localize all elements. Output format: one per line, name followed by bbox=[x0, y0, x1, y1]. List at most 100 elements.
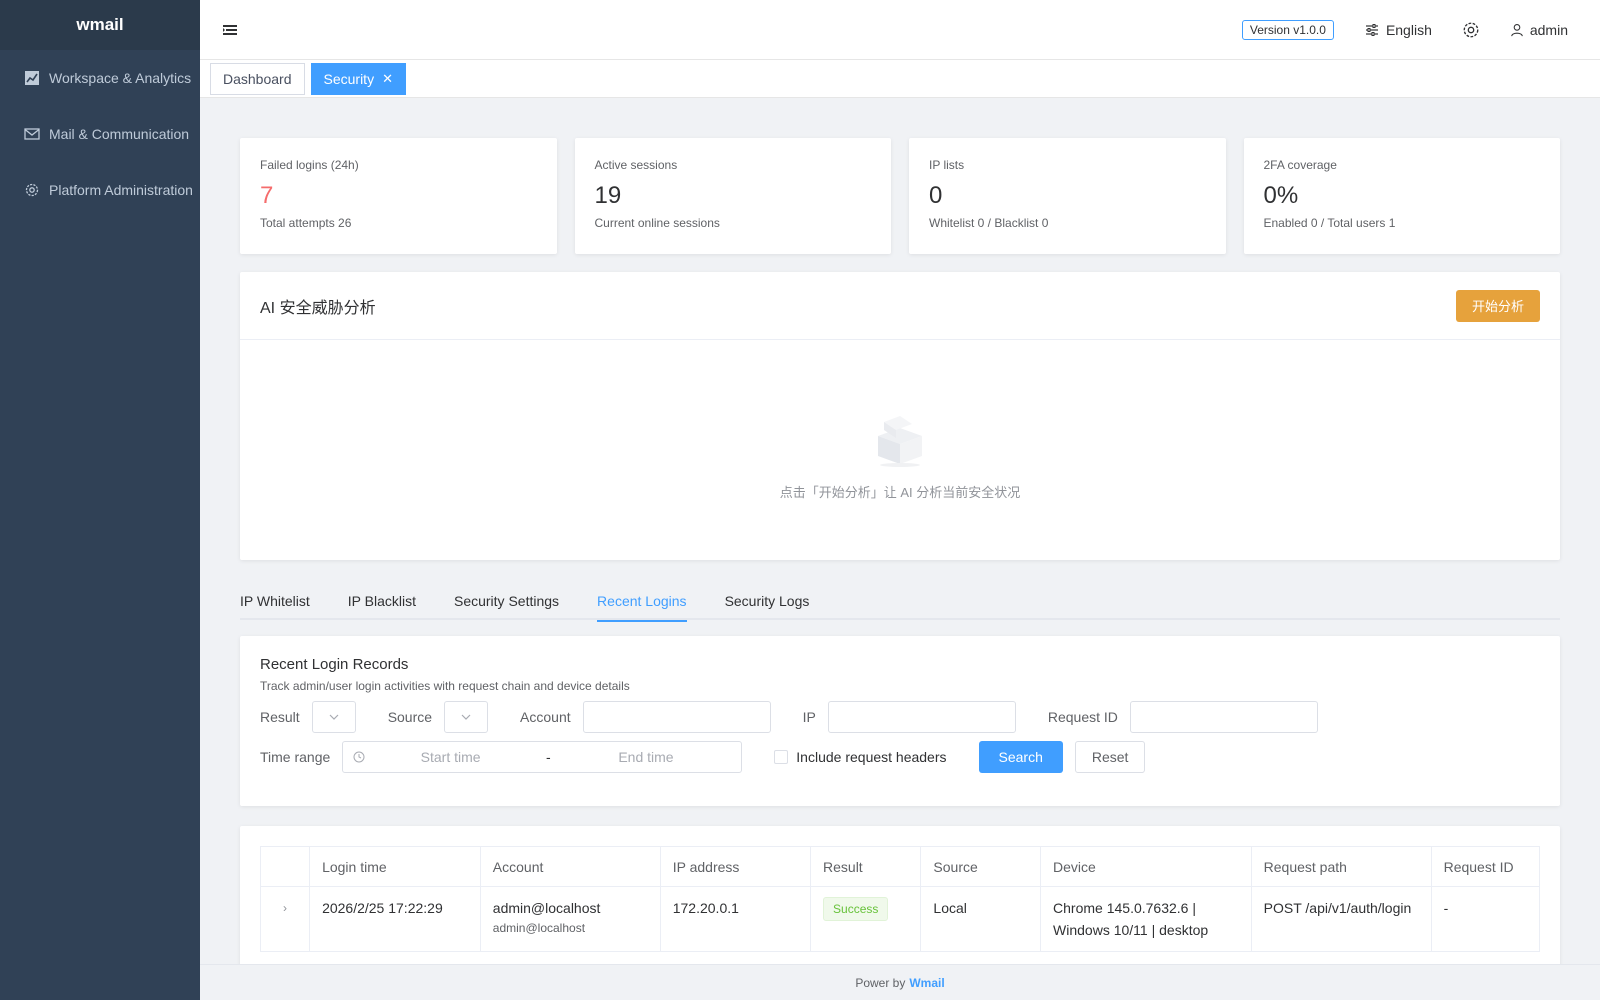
column-header-account: Account bbox=[479, 846, 661, 887]
cell-result: Success bbox=[810, 886, 922, 952]
stat-value: 0% bbox=[1263, 182, 1299, 209]
source-select[interactable] bbox=[444, 701, 489, 733]
request-id-label: Request ID bbox=[1047, 709, 1118, 725]
device-line-2: Windows 10/11 | desktop bbox=[1053, 922, 1209, 938]
filter-card: Recent Login Records Track admin/user lo… bbox=[240, 636, 1560, 806]
user-icon bbox=[1511, 24, 1523, 37]
mail-icon bbox=[24, 128, 40, 140]
filter-title: Recent Login Records bbox=[260, 656, 409, 673]
tab-recent-logins[interactable]: Recent Logins bbox=[578, 582, 706, 622]
hamburger-icon[interactable] bbox=[220, 20, 240, 40]
expand-row-icon[interactable]: › bbox=[259, 886, 311, 952]
device-line-1: Chrome 145.0.7632.6 | bbox=[1053, 900, 1196, 916]
stat-label: IP lists bbox=[929, 158, 965, 172]
column-header-device: Device bbox=[1040, 846, 1252, 887]
cell-source: Local bbox=[920, 886, 1042, 952]
result-select[interactable] bbox=[311, 701, 356, 733]
time-range-picker[interactable]: Start time - End time bbox=[342, 741, 743, 773]
stat-sub: Whitelist 0 / Blacklist 0 bbox=[929, 216, 1049, 230]
time-range-label: Time range bbox=[260, 749, 331, 765]
language-selector[interactable]: English bbox=[1364, 22, 1432, 38]
cell-login-time: 2026/2/25 17:22:29 bbox=[309, 886, 481, 952]
account-input[interactable] bbox=[582, 701, 771, 733]
tag-label: Dashboard bbox=[223, 70, 292, 87]
search-button[interactable]: Search bbox=[978, 741, 1063, 773]
chart-icon bbox=[25, 71, 39, 85]
footer-brand-link[interactable]: Wmail bbox=[909, 976, 944, 990]
column-header-request-id: Request ID bbox=[1430, 846, 1541, 887]
version-badge[interactable]: Version v1.0.0 bbox=[1241, 20, 1334, 40]
start-time-placeholder: Start time bbox=[420, 749, 481, 765]
column-header-request-path: Request path bbox=[1250, 846, 1432, 887]
account-label: Account bbox=[520, 709, 571, 725]
stat-value: 7 bbox=[260, 182, 274, 209]
column-header-source: Source bbox=[920, 846, 1042, 887]
table-header-row: Login time Account IP address Result Sou… bbox=[259, 846, 1541, 887]
cell-request-id: - bbox=[1430, 886, 1541, 952]
ip-label: IP bbox=[802, 709, 816, 725]
tab-security-settings[interactable]: Security Settings bbox=[435, 582, 578, 620]
checkbox-box[interactable] bbox=[774, 750, 789, 764]
stat-label: 2FA coverage bbox=[1263, 158, 1337, 172]
chevron-down-icon bbox=[461, 714, 471, 720]
account-primary: admin@localhost bbox=[492, 900, 601, 916]
cell-device: Chrome 145.0.7632.6 | Windows 10/11 | de… bbox=[1040, 886, 1252, 952]
stat-card-2fa-coverage: 2FA coverage 0% Enabled 0 / Total users … bbox=[1243, 138, 1560, 254]
sidebar: wmail Workspace & Analytics Mail & Commu… bbox=[0, 0, 200, 1000]
tags-view: Dashboard Security ✕ bbox=[200, 60, 1600, 98]
ai-analysis-body: 点击「开始分析」让 AI 分析当前安全状况 bbox=[240, 340, 1560, 559]
start-analysis-button[interactable]: 开始分析 bbox=[1455, 289, 1540, 322]
close-icon[interactable]: ✕ bbox=[382, 71, 393, 87]
stat-card-failed-logins: Failed logins (24h) 7 Total attempts 26 bbox=[240, 138, 557, 254]
status-badge: Success bbox=[823, 897, 889, 921]
tab-ip-blacklist[interactable]: IP Blacklist bbox=[329, 582, 435, 620]
tag-label: Security bbox=[323, 70, 375, 87]
user-menu[interactable]: admin bbox=[1510, 22, 1568, 38]
sidebar-item-workspace-analytics[interactable]: Workspace & Analytics bbox=[0, 50, 200, 106]
sidebar-item-platform-administration[interactable]: Platform Administration bbox=[0, 162, 200, 218]
range-separator: - bbox=[545, 749, 551, 765]
include-headers-label: Include request headers bbox=[796, 749, 947, 765]
table-row[interactable]: › 2026/2/25 17:22:29 admin@localhost adm… bbox=[259, 886, 1541, 952]
column-header-login-time: Login time bbox=[309, 846, 481, 887]
end-time-placeholder: End time bbox=[618, 749, 674, 765]
stat-card-active-sessions: Active sessions 19 Current online sessio… bbox=[574, 138, 891, 254]
ai-analysis-title: AI 安全威胁分析 bbox=[260, 299, 376, 317]
filter-description: Track admin/user login activities with r… bbox=[260, 679, 630, 693]
sidebar-item-label: Workspace & Analytics bbox=[49, 70, 192, 86]
chevron-down-icon bbox=[329, 714, 339, 720]
column-header-expand bbox=[259, 846, 311, 887]
reset-button[interactable]: Reset bbox=[1074, 741, 1146, 773]
tag-security[interactable]: Security ✕ bbox=[310, 62, 406, 95]
tag-dashboard[interactable]: Dashboard bbox=[210, 62, 305, 95]
stat-label: Active sessions bbox=[594, 158, 678, 172]
login-table-card: Login time Account IP address Result Sou… bbox=[240, 826, 1560, 964]
sidebar-item-label: Mail & Communication bbox=[49, 126, 190, 142]
stat-sub: Current online sessions bbox=[594, 216, 720, 230]
gear-icon bbox=[25, 183, 39, 197]
sidebar-item-label: Platform Administration bbox=[49, 182, 193, 198]
settings-button[interactable] bbox=[1462, 21, 1480, 39]
account-secondary: admin@localhost bbox=[492, 921, 586, 935]
include-headers-checkbox[interactable]: Include request headers bbox=[774, 749, 947, 765]
navbar: Version v1.0.0 English admin bbox=[200, 0, 1600, 60]
filter-row-1: Result Source Account IP Request ID bbox=[260, 701, 1540, 733]
footer-prefix: Power by bbox=[855, 975, 906, 990]
app-logo[interactable]: wmail bbox=[0, 0, 200, 50]
cell-request-path: POST /api/v1/auth/login bbox=[1250, 886, 1432, 952]
stat-sub: Total attempts 26 bbox=[260, 216, 352, 230]
navbar-right: Version v1.0.0 English admin bbox=[1241, 0, 1568, 60]
request-id-input[interactable] bbox=[1129, 701, 1318, 733]
stat-value: 19 bbox=[594, 182, 622, 209]
tab-ip-whitelist[interactable]: IP Whitelist bbox=[240, 582, 329, 620]
cell-account: admin@localhost admin@localhost bbox=[479, 886, 661, 952]
main-area: Version v1.0.0 English admin Dashboard S… bbox=[200, 0, 1600, 1000]
user-name: admin bbox=[1529, 22, 1568, 38]
column-header-result: Result bbox=[810, 846, 922, 887]
ip-input[interactable] bbox=[827, 701, 1016, 733]
stat-label: Failed logins (24h) bbox=[260, 158, 359, 172]
login-records-table: Login time Account IP address Result Sou… bbox=[259, 846, 1541, 952]
tab-security-logs[interactable]: Security Logs bbox=[706, 582, 829, 620]
empty-box-icon bbox=[878, 416, 922, 467]
sidebar-item-mail-communication[interactable]: Mail & Communication bbox=[0, 106, 200, 162]
